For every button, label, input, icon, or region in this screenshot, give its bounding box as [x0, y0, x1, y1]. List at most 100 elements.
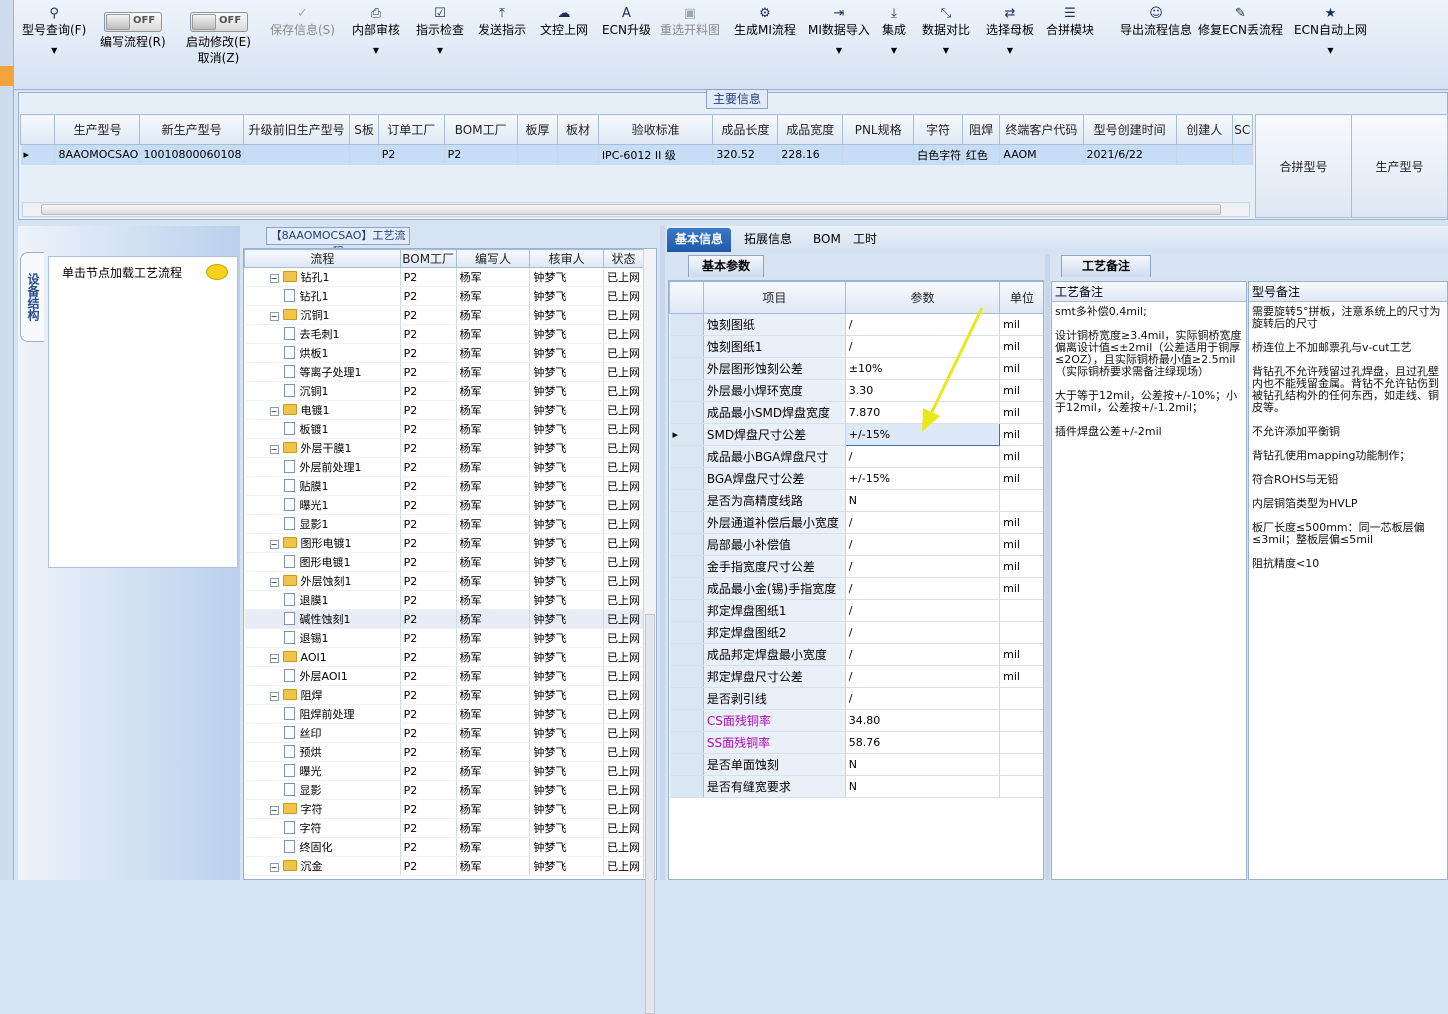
tree-node[interactable]: 沉铜1: [244, 381, 401, 401]
tree-row[interactable]: 终固化 P2 杨军 钟梦飞 已上网: [244, 837, 644, 857]
tree-node[interactable]: − 图形电镀1: [244, 533, 401, 553]
toolbar-item-4[interactable]: ⎙ 内部审核 ▼: [352, 6, 400, 86]
table-cell[interactable]: P2: [444, 144, 518, 165]
tree-node[interactable]: 终固化: [244, 837, 401, 857]
param-value[interactable]: /: [845, 643, 1001, 666]
tree-node[interactable]: 外层前处理1: [244, 457, 401, 477]
table-cell[interactable]: [349, 144, 379, 165]
toolbar-item-12[interactable]: ⤓ 集成 ▼: [882, 6, 906, 86]
column-header[interactable]: 型号创建时间: [1082, 114, 1177, 145]
param-value[interactable]: N: [845, 775, 1001, 798]
column-header[interactable]: 板厚: [516, 114, 559, 145]
tree-row[interactable]: 钻孔1 P2 杨军 钟梦飞 已上网: [244, 286, 644, 306]
column-header[interactable]: BOM工厂: [443, 114, 518, 145]
toolbar-item-15[interactable]: ☰ 合拼模块: [1046, 6, 1094, 86]
tree-node[interactable]: 显影: [244, 780, 401, 800]
dropdown-arrow-icon[interactable]: ▼: [352, 44, 400, 58]
toolbar-item-1[interactable]: OFF 编写流程(R): [100, 6, 166, 86]
table-cell[interactable]: [517, 144, 559, 165]
table-cell[interactable]: 228.16: [777, 144, 844, 165]
param-value[interactable]: N: [845, 489, 1001, 512]
column-header[interactable]: 创建人: [1175, 114, 1233, 145]
param-value[interactable]: /: [845, 687, 1001, 710]
column-header[interactable]: S板: [349, 114, 379, 145]
param-row[interactable]: 是否为高精度线路 N: [669, 489, 1043, 512]
toolbar-item-0[interactable]: ⚲ 型号查询(F) ▼: [22, 6, 86, 86]
collapse-icon[interactable]: −: [269, 540, 279, 549]
column-header[interactable]: 生产型号: [54, 114, 141, 145]
collapse-icon[interactable]: −: [269, 692, 279, 701]
table-cell[interactable]: [1176, 144, 1233, 165]
param-row[interactable]: 局部最小补偿值 / mil: [669, 533, 1043, 556]
column-header[interactable]: 状态: [603, 249, 644, 268]
tab-bom[interactable]: BOM: [805, 228, 849, 252]
column-header[interactable]: 项目: [702, 281, 846, 314]
param-value[interactable]: N: [845, 753, 1001, 776]
tree-row[interactable]: − 钻孔1 P2 杨军 钟梦飞 已上网: [244, 267, 644, 287]
tree-node[interactable]: − 沉金: [244, 856, 401, 876]
tree-node[interactable]: 丝印: [244, 723, 401, 743]
collapse-icon[interactable]: −: [269, 407, 279, 416]
param-value[interactable]: /: [845, 555, 1001, 578]
collapse-icon[interactable]: −: [269, 653, 279, 663]
toolbar-item-10[interactable]: ⚙ 生成MI流程: [734, 6, 796, 86]
param-value[interactable]: 58.76: [845, 731, 1001, 754]
column-header[interactable]: 升级前旧生产型号: [242, 114, 351, 145]
dropdown-arrow-icon[interactable]: ▼: [1294, 44, 1367, 58]
tree-node[interactable]: 曝光1: [244, 495, 401, 515]
collapse-icon[interactable]: −: [269, 806, 279, 815]
dropdown-arrow-icon[interactable]: ▼: [922, 44, 970, 58]
toolbar-item-17[interactable]: ✎ 修复ECN丢流程: [1198, 6, 1283, 86]
tree-node[interactable]: − 外层干膜1: [244, 438, 401, 458]
param-row[interactable]: 邦定焊盘图纸2/: [669, 621, 1043, 644]
column-header[interactable]: 终端客户代码: [999, 114, 1084, 145]
table-row[interactable]: ▸ 8AAOMOCSAO 10010800060108 P2 P2 IPC-6012 II…: [20, 144, 1254, 165]
toolbar-item-6[interactable]: ⤒ 发送指示: [478, 6, 526, 86]
toolbar-item-9[interactable]: ▣ 重选开料图: [660, 6, 720, 86]
tree-node[interactable]: 退锡1: [244, 628, 401, 648]
tree-row[interactable]: − 电镀1 P2 杨军 钟梦飞 已上网: [244, 400, 644, 420]
table-cell[interactable]: 8AAOMOCSAO: [54, 144, 141, 165]
tree-row[interactable]: 阻焊前处理 P2 杨军 钟梦飞 已上网: [244, 704, 644, 724]
table-cell[interactable]: [842, 144, 915, 165]
param-value[interactable]: 34.80: [845, 709, 1001, 732]
tree-node[interactable]: 预烘: [244, 742, 401, 762]
column-header[interactable]: 流程: [244, 249, 401, 268]
collapse-icon[interactable]: −: [269, 863, 279, 872]
tree-node[interactable]: − AOI1: [244, 647, 401, 667]
toolbar-item-16[interactable]: ☺ 导出流程信息: [1120, 6, 1192, 86]
toolbar-item-14[interactable]: ⇄ 选择母板 ▼: [986, 6, 1034, 86]
column-header[interactable]: 生产型号: [1351, 114, 1448, 218]
tree-row[interactable]: 板镀1 P2 杨军 钟梦飞 已上网: [244, 419, 644, 439]
table-cell[interactable]: P2: [378, 144, 445, 165]
param-row[interactable]: 邦定焊盘尺寸公差 / mil: [669, 665, 1043, 688]
table-cell[interactable]: [1232, 144, 1254, 165]
tree-vscrollbar[interactable]: [643, 250, 656, 1014]
column-header[interactable]: 阻焊: [961, 114, 1001, 145]
toolbar-item-18[interactable]: ★ ECN自动上网 ▼: [1294, 6, 1367, 86]
param-value[interactable]: /: [845, 445, 1001, 468]
column-header[interactable]: 编写人: [455, 249, 531, 268]
collapse-icon[interactable]: −: [269, 274, 279, 283]
tree-row[interactable]: 退膜1 P2 杨军 钟梦飞 已上网: [244, 590, 644, 610]
column-header[interactable]: 核审人: [529, 249, 605, 268]
table-cell[interactable]: 10010800060108: [139, 144, 244, 165]
tree-node[interactable]: 碱性蚀刻1: [244, 609, 401, 629]
tree-row[interactable]: 外层前处理1 P2 杨军 钟梦飞 已上网: [244, 457, 644, 477]
tree-row[interactable]: 预烘 P2 杨军 钟梦飞 已上网: [244, 742, 644, 762]
dropdown-arrow-icon[interactable]: ▼: [808, 44, 870, 58]
tab-work-hours[interactable]: 工时: [845, 228, 885, 252]
table-cell[interactable]: 白色字符: [913, 144, 963, 165]
collapse-icon[interactable]: −: [269, 445, 279, 454]
tree-row[interactable]: 显影1 P2 杨军 钟梦飞 已上网: [244, 514, 644, 534]
param-row[interactable]: 是否有缝宽要求 N: [669, 775, 1043, 798]
tree-node[interactable]: − 电镀1: [244, 400, 401, 420]
tree-node[interactable]: − 沉铜1: [244, 305, 401, 325]
param-value[interactable]: /: [845, 577, 1001, 600]
column-header[interactable]: 订单工厂: [377, 114, 445, 145]
tab-craft-notes[interactable]: 工艺备注: [1061, 255, 1151, 277]
tree-node[interactable]: 等离子处理1: [244, 362, 401, 382]
column-header[interactable]: 成品宽度: [777, 114, 844, 145]
tree-node[interactable]: 去毛刺1: [244, 324, 401, 344]
tree-node[interactable]: − 字符: [244, 799, 401, 819]
